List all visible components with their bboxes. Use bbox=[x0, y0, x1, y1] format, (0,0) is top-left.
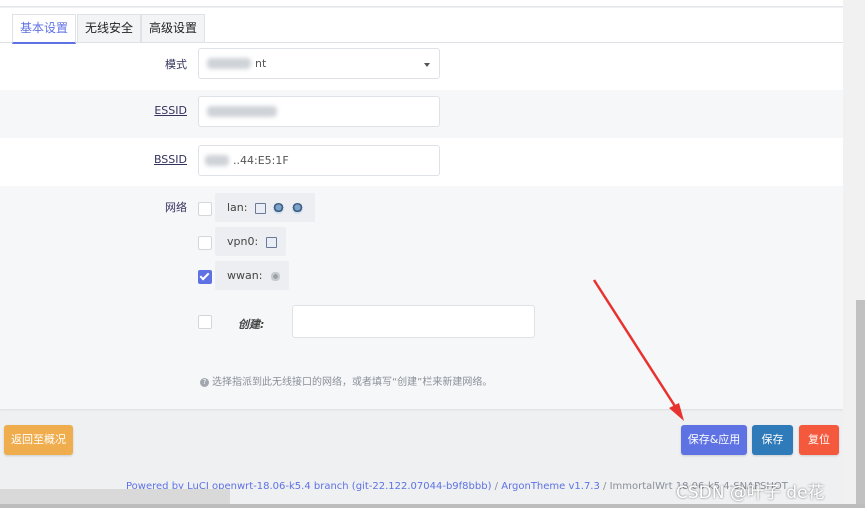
essid-input[interactable] bbox=[198, 96, 440, 127]
bottom-strip bbox=[0, 504, 865, 508]
wwan-checkbox[interactable] bbox=[198, 270, 212, 284]
computer-icon bbox=[265, 236, 277, 248]
blurred-value bbox=[205, 155, 229, 166]
network-icon bbox=[273, 202, 285, 214]
blurred-value bbox=[207, 106, 277, 117]
wireless-icon bbox=[269, 270, 281, 282]
vpn0-checkbox[interactable] bbox=[198, 236, 212, 250]
tab-wireless-security[interactable]: 无线安全 bbox=[77, 14, 141, 42]
watermark-text: CSDN @叶子 de花 bbox=[676, 483, 825, 503]
computer-icon bbox=[254, 202, 266, 214]
network-chip-wwan: wwan: bbox=[215, 261, 289, 290]
create-label: 创建: bbox=[238, 318, 265, 331]
network-chip-vpn0: vpn0: bbox=[215, 227, 286, 256]
create-network-input[interactable] bbox=[292, 305, 535, 338]
theme-link[interactable]: ArgonTheme v1.7.3 bbox=[501, 481, 600, 492]
blurred-value bbox=[207, 58, 251, 69]
mode-label: 模式 bbox=[165, 58, 187, 71]
essid-row: ESSID bbox=[0, 90, 843, 138]
bssid-value: ..44:E5:1F bbox=[233, 154, 289, 167]
create-checkbox[interactable] bbox=[198, 315, 212, 329]
save-apply-button[interactable]: 保存&应用 bbox=[681, 425, 747, 455]
lan-checkbox[interactable] bbox=[198, 202, 212, 216]
network-icon bbox=[291, 202, 303, 214]
lan-label: lan: bbox=[227, 201, 248, 214]
mode-row: 模式 nt bbox=[0, 43, 843, 90]
network-row: 网络 lan: vpn0: wwan: 创建: ? 选择指派到此无线接口的网络，或… bbox=[0, 186, 843, 409]
bssid-row: BSSID ..44:E5:1F bbox=[0, 138, 843, 186]
bssid-input[interactable]: ..44:E5:1F bbox=[198, 145, 440, 176]
back-to-overview-button[interactable]: 返回至概况 bbox=[4, 425, 73, 455]
question-icon: ? bbox=[200, 377, 209, 387]
horizontal-scrollbar[interactable] bbox=[0, 489, 230, 504]
network-label: 网络 bbox=[165, 201, 187, 214]
save-button[interactable]: 保存 bbox=[752, 425, 793, 455]
chevron-down-icon bbox=[424, 63, 430, 67]
scrollbar-thumb[interactable] bbox=[856, 300, 865, 508]
top-strip bbox=[0, 0, 843, 7]
reset-button[interactable]: 复位 bbox=[799, 425, 839, 455]
tab-basic-settings[interactable]: 基本设置 bbox=[12, 14, 76, 44]
settings-card: 基本设置 无线安全 高级设置 模式 nt ESSID BSSID ..44:E5… bbox=[0, 8, 843, 409]
mode-value: nt bbox=[255, 57, 267, 70]
tab-bar: 基本设置 无线安全 高级设置 bbox=[0, 8, 843, 44]
mode-select[interactable]: nt bbox=[198, 48, 440, 79]
bssid-label: BSSID bbox=[153, 153, 187, 166]
essid-label: ESSID bbox=[154, 104, 187, 117]
vpn0-label: vpn0: bbox=[227, 235, 259, 248]
network-chip-lan: lan: bbox=[215, 193, 315, 222]
tab-advanced-settings[interactable]: 高级设置 bbox=[141, 14, 205, 42]
network-help-text: ? 选择指派到此无线接口的网络，或者填写“创建”栏来新建网络。 bbox=[200, 373, 492, 388]
wwan-label: wwan: bbox=[227, 269, 263, 282]
